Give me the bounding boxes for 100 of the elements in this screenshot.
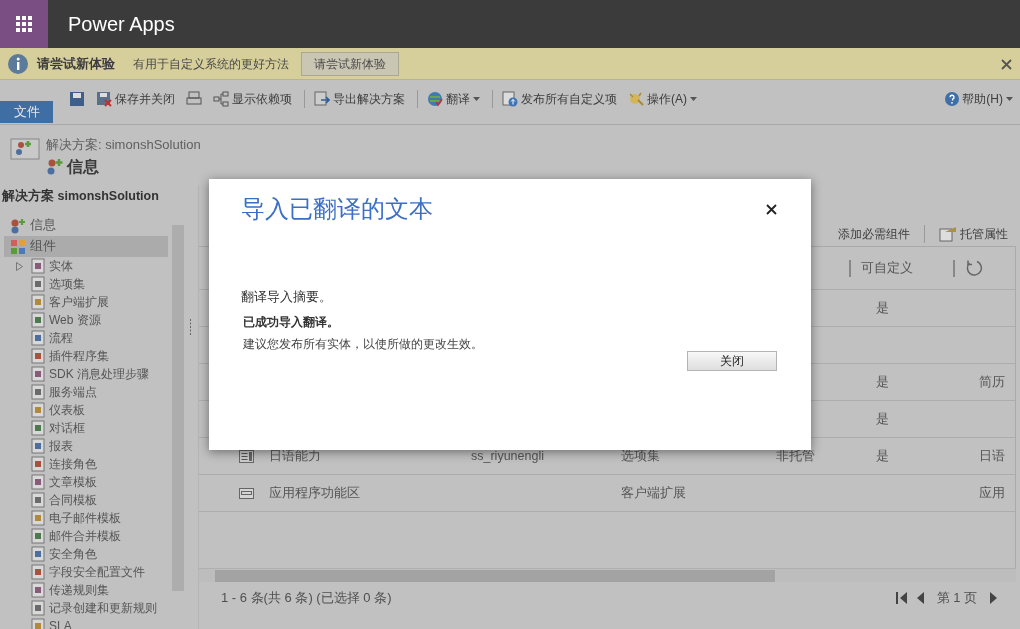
table-cell: 是 — [876, 411, 889, 426]
splitter-handle-icon[interactable] — [189, 319, 192, 335]
ribbon-button[interactable]: 保存并关闭 — [92, 90, 179, 108]
toolbar-button[interactable]: 添加必需组件 — [834, 224, 914, 243]
window-icon — [239, 487, 254, 499]
document-icon — [30, 330, 46, 346]
document-icon — [30, 276, 46, 292]
notification-title: 请尝试新体验 — [37, 54, 115, 73]
nav-item[interactable]: 电子邮件模板 — [26, 509, 127, 527]
try-button[interactable]: 请尝试新体验 — [301, 51, 399, 76]
dialog-text: 建议您发布所有实体，以使所做的更改生效。 — [242, 335, 484, 353]
document-icon — [30, 402, 46, 418]
toolbar-button[interactable]: 托管属性 — [935, 224, 1012, 243]
table-cell: 是 — [876, 300, 889, 315]
document-icon — [30, 546, 46, 562]
nav-item[interactable]: 字段安全配置文件 — [26, 563, 151, 581]
nav-item[interactable]: SDK 消息处理步骤 — [26, 365, 155, 383]
caret-icon — [473, 96, 480, 102]
globe-icon — [427, 91, 443, 107]
first-page-icon[interactable] — [894, 590, 909, 605]
app-launcher-icon[interactable] — [16, 16, 32, 32]
nav-item[interactable]: 文章模板 — [26, 473, 103, 491]
nav-item[interactable]: 记录创建和更新规则 — [26, 599, 163, 617]
notification-message: 有用于自定义系统的更好方法 — [133, 55, 289, 73]
save-icon — [69, 91, 85, 107]
dialog-text: 已成功导入翻译。 — [242, 313, 340, 331]
nav-item[interactable]: 连接角色 — [26, 455, 103, 473]
help-button[interactable]: 帮助(H) — [941, 90, 1017, 108]
table-cell: 是 — [876, 374, 889, 389]
next-page-icon[interactable] — [989, 590, 999, 605]
save-close-icon — [96, 91, 112, 107]
nav-item[interactable]: 报表 — [26, 437, 79, 455]
table-cell: 应用 — [979, 485, 1005, 500]
ribbon-button[interactable]: 导出解决方案 — [304, 90, 409, 108]
info-icon — [8, 53, 28, 74]
close-dialog-button[interactable]: 关闭 — [687, 350, 777, 371]
document-icon — [30, 384, 46, 400]
document-icon — [30, 600, 46, 616]
table-cell: 非托管 — [776, 448, 815, 463]
nav-item[interactable]: 选项集 — [26, 275, 91, 293]
page-number: 第 1 页 — [936, 589, 977, 607]
dialog-text: 翻译导入摘要。 — [241, 288, 333, 306]
breadcrumb: 解决方案: simonshSolution — [46, 136, 201, 154]
nav-item[interactable]: 客户端扩展 — [26, 293, 115, 311]
close-icon — [1001, 58, 1012, 70]
expand-icon[interactable] — [16, 261, 23, 271]
document-icon — [30, 312, 46, 328]
document-icon — [30, 492, 46, 508]
nav-item[interactable]: 安全角色 — [26, 545, 103, 563]
nav-item[interactable]: 插件程序集 — [26, 347, 115, 365]
document-icon — [30, 294, 46, 310]
hierarchy-icon — [213, 91, 229, 107]
nav-item[interactable]: Web 资源 — [26, 311, 107, 329]
publish-icon — [502, 91, 518, 107]
table-cell: 应用程序功能区 — [269, 485, 360, 500]
column-header[interactable]: 可自定义 — [861, 258, 913, 278]
nav-heading: 解决方案 simonshSolution — [1, 187, 160, 205]
table-cell: 选项集 — [621, 448, 660, 463]
document-icon — [30, 348, 46, 364]
caret-icon — [690, 96, 697, 102]
nav-item[interactable]: 邮件合并模板 — [26, 527, 127, 545]
file-tab[interactable]: 文件 — [0, 101, 53, 123]
table-cell: 客户端扩展 — [621, 485, 686, 500]
document-icon — [30, 582, 46, 598]
document-icon — [30, 510, 46, 526]
ribbon-button[interactable]: 操作(A) — [624, 90, 701, 108]
table-cell: ss_riyunengli — [471, 448, 544, 463]
properties-icon — [939, 225, 957, 242]
ribbon-button[interactable]: 显示依赖项 — [209, 90, 296, 108]
page-title: 信息 — [67, 156, 99, 177]
grid-icon — [10, 238, 26, 255]
nav-item[interactable]: 对话框 — [26, 419, 91, 437]
document-icon — [30, 438, 46, 454]
export-icon — [314, 91, 330, 107]
ribbon-button[interactable]: 发布所有自定义项 — [492, 90, 621, 108]
help-icon — [945, 92, 960, 106]
nav-item[interactable]: 流程 — [26, 329, 79, 347]
nav-item[interactable]: 传递规则集 — [26, 581, 115, 599]
table-cell: 日语 — [979, 448, 1005, 463]
printer-icon — [186, 91, 202, 107]
nav-item[interactable]: 合同模板 — [26, 491, 103, 509]
nav-item[interactable]: 服务端点 — [26, 383, 103, 401]
nav-item[interactable]: 仪表板 — [26, 401, 91, 419]
document-icon — [30, 528, 46, 544]
refresh-icon[interactable] — [965, 259, 983, 277]
caret-icon — [1006, 96, 1013, 102]
table-cell: 是 — [876, 448, 889, 463]
document-icon — [30, 456, 46, 472]
nav-item[interactable]: 实体 — [26, 257, 79, 275]
solution-icon — [10, 135, 40, 163]
list-icon — [239, 449, 254, 463]
document-icon — [30, 564, 46, 580]
nav-item[interactable]: 组件 — [4, 236, 168, 257]
close-icon — [766, 204, 777, 216]
table-cell: 日语能力 — [269, 448, 321, 463]
scrollbar-thumb[interactable] — [215, 570, 775, 582]
nav-item[interactable]: 信息 — [4, 215, 168, 236]
molecule-icon — [46, 157, 64, 176]
ribbon-button[interactable]: 翻译 — [417, 90, 484, 108]
dialog-title: 导入已翻译的文本 — [241, 194, 433, 224]
